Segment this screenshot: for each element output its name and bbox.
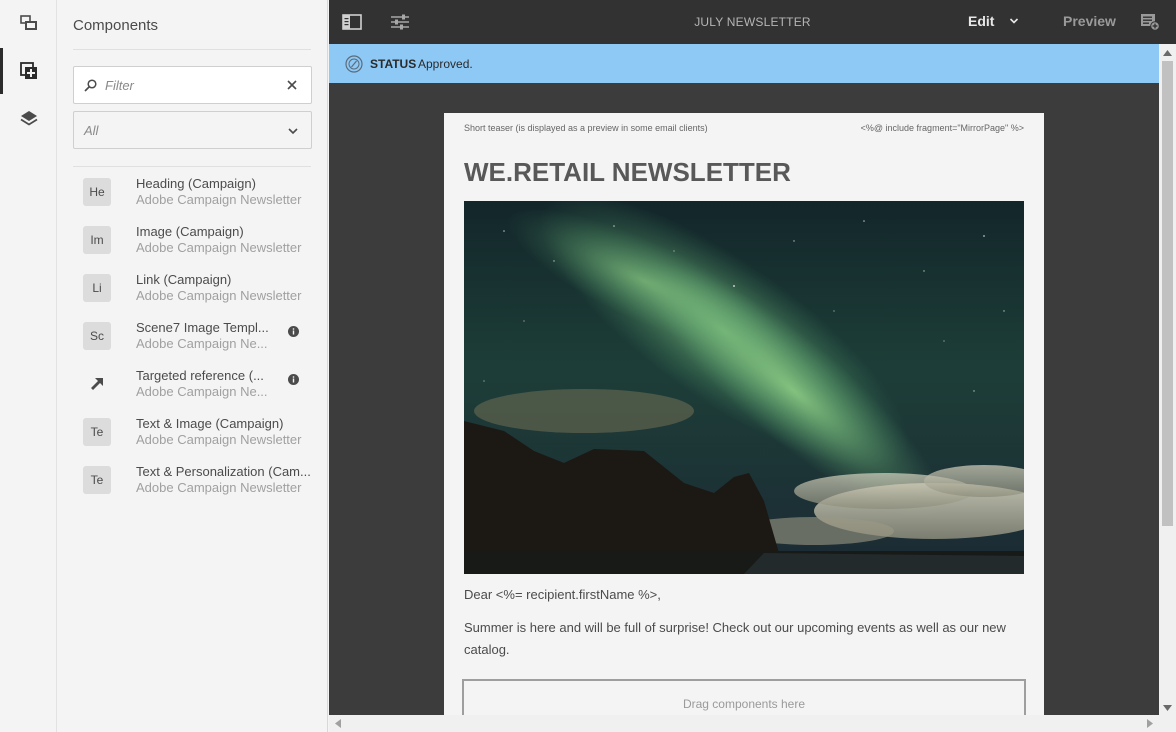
horizontal-scrollbar[interactable]: [329, 715, 1159, 732]
arrow-up-right-icon: [91, 378, 103, 390]
vertical-scrollbar[interactable]: [1159, 44, 1176, 715]
group-select[interactable]: All: [73, 111, 312, 149]
component-item-heading[interactable]: He Heading (Campaign) Adobe Campaign New…: [73, 168, 312, 216]
body-text[interactable]: Summer is here and will be full of surpr…: [464, 617, 1024, 661]
component-name: Targeted reference (...: [136, 368, 264, 383]
panel-divider: [73, 49, 311, 50]
component-abbr: He: [83, 178, 111, 206]
page-title: JULY NEWSLETTER: [694, 15, 811, 29]
newsletter-page[interactable]: Short teaser (is displayed as a preview …: [444, 113, 1044, 715]
component-abbr: Te: [83, 466, 111, 494]
side-rail: [0, 0, 57, 732]
components-rail-button[interactable]: [0, 48, 57, 94]
scroll-down-icon[interactable]: [1163, 705, 1172, 711]
chevron-down-icon: [288, 128, 298, 135]
component-item-link[interactable]: Li Link (Campaign) Adobe Campaign Newsle…: [73, 264, 312, 312]
add-component-icon: [19, 62, 37, 79]
search-icon: [84, 78, 97, 92]
sliders-icon: [391, 14, 409, 30]
annotations-button[interactable]: [1139, 11, 1161, 33]
component-item-scene7[interactable]: Sc Scene7 Image Templ... Adobe Campaign …: [73, 312, 312, 360]
component-name: Image (Campaign): [136, 224, 244, 239]
greeting-text[interactable]: Dear <%= recipient.firstName %>,: [464, 587, 661, 602]
group-select-value: All: [84, 122, 99, 138]
scrollbar-corner: [1159, 715, 1176, 732]
component-item-image[interactable]: Im Image (Campaign) Adobe Campaign Newsl…: [73, 216, 312, 264]
scroll-right-icon[interactable]: [1147, 719, 1153, 728]
info-icon[interactable]: [288, 326, 299, 337]
vertical-scroll-thumb[interactable]: [1162, 61, 1173, 526]
hero-image[interactable]: [464, 201, 1024, 574]
status-label: STATUS: [370, 57, 417, 71]
panel-title: Components: [73, 17, 159, 34]
component-abbr: Te: [83, 418, 111, 446]
component-group: Adobe Campaign Ne...: [136, 384, 268, 399]
aurora-image: [464, 201, 1024, 574]
component-abbr: [83, 370, 111, 398]
annotate-icon: [1141, 14, 1160, 31]
teaser-text[interactable]: Short teaser (is displayed as a preview …: [464, 123, 708, 133]
component-group: Adobe Campaign Newsletter: [136, 288, 302, 303]
component-group: Adobe Campaign Ne...: [136, 336, 268, 351]
assets-icon: [19, 15, 37, 30]
top-toolbar: JULY NEWSLETTER Edit Preview: [329, 0, 1176, 44]
component-item-targeted-reference[interactable]: Targeted reference (... Adobe Campaign N…: [73, 360, 312, 408]
component-group: Adobe Campaign Newsletter: [136, 480, 302, 495]
filter-input[interactable]: [105, 77, 275, 93]
component-group: Adobe Campaign Newsletter: [136, 192, 302, 207]
drop-zone[interactable]: Drag components here: [462, 679, 1026, 715]
filter-field[interactable]: [73, 66, 312, 104]
scroll-left-icon[interactable]: [335, 719, 341, 728]
layers-rail-button[interactable]: [0, 96, 57, 142]
component-group: Adobe Campaign Newsletter: [136, 432, 302, 447]
component-name: Link (Campaign): [136, 272, 232, 287]
component-item-text-personalization[interactable]: Te Text & Personalization (Cam... Adobe …: [73, 456, 312, 504]
status-bar: STATUS Approved.: [329, 44, 1176, 83]
close-icon[interactable]: [285, 78, 299, 92]
component-item-text-image[interactable]: Te Text & Image (Campaign) Adobe Campaig…: [73, 408, 312, 456]
newsletter-heading[interactable]: WE.RETAIL NEWSLETTER: [464, 157, 791, 188]
component-group: Adobe Campaign Newsletter: [136, 240, 302, 255]
preview-button[interactable]: Preview: [1063, 13, 1116, 29]
mode-selector[interactable]: Edit: [968, 13, 994, 29]
component-name: Text & Personalization (Cam...: [136, 464, 311, 479]
component-abbr: Li: [83, 274, 111, 302]
toggle-side-panel-button[interactable]: [341, 11, 363, 33]
status-value: Approved.: [418, 57, 473, 71]
assets-rail-button[interactable]: [0, 0, 57, 46]
component-name: Scene7 Image Templ...: [136, 320, 269, 335]
component-abbr: Im: [83, 226, 111, 254]
info-icon[interactable]: [288, 374, 299, 385]
layers-icon: [20, 111, 37, 126]
workflow-status-icon: [345, 55, 363, 73]
fragment-include[interactable]: <%@ include fragment="MirrorPage" %>: [861, 123, 1024, 133]
component-abbr: Sc: [83, 322, 111, 350]
component-name: Text & Image (Campaign): [136, 416, 284, 431]
drop-zone-label: Drag components here: [682, 697, 806, 711]
scroll-up-icon[interactable]: [1163, 50, 1172, 56]
components-panel: Components All He Heading (Campaign) Ado…: [57, 0, 328, 732]
editor-canvas: Short teaser (is displayed as a preview …: [329, 83, 1159, 715]
panel-divider: [73, 166, 311, 167]
side-panel-icon: [342, 14, 362, 30]
chevron-down-icon[interactable]: [1009, 17, 1019, 25]
component-name: Heading (Campaign): [136, 176, 256, 191]
component-list: He Heading (Campaign) Adobe Campaign New…: [73, 168, 312, 504]
page-properties-button[interactable]: [389, 11, 411, 33]
